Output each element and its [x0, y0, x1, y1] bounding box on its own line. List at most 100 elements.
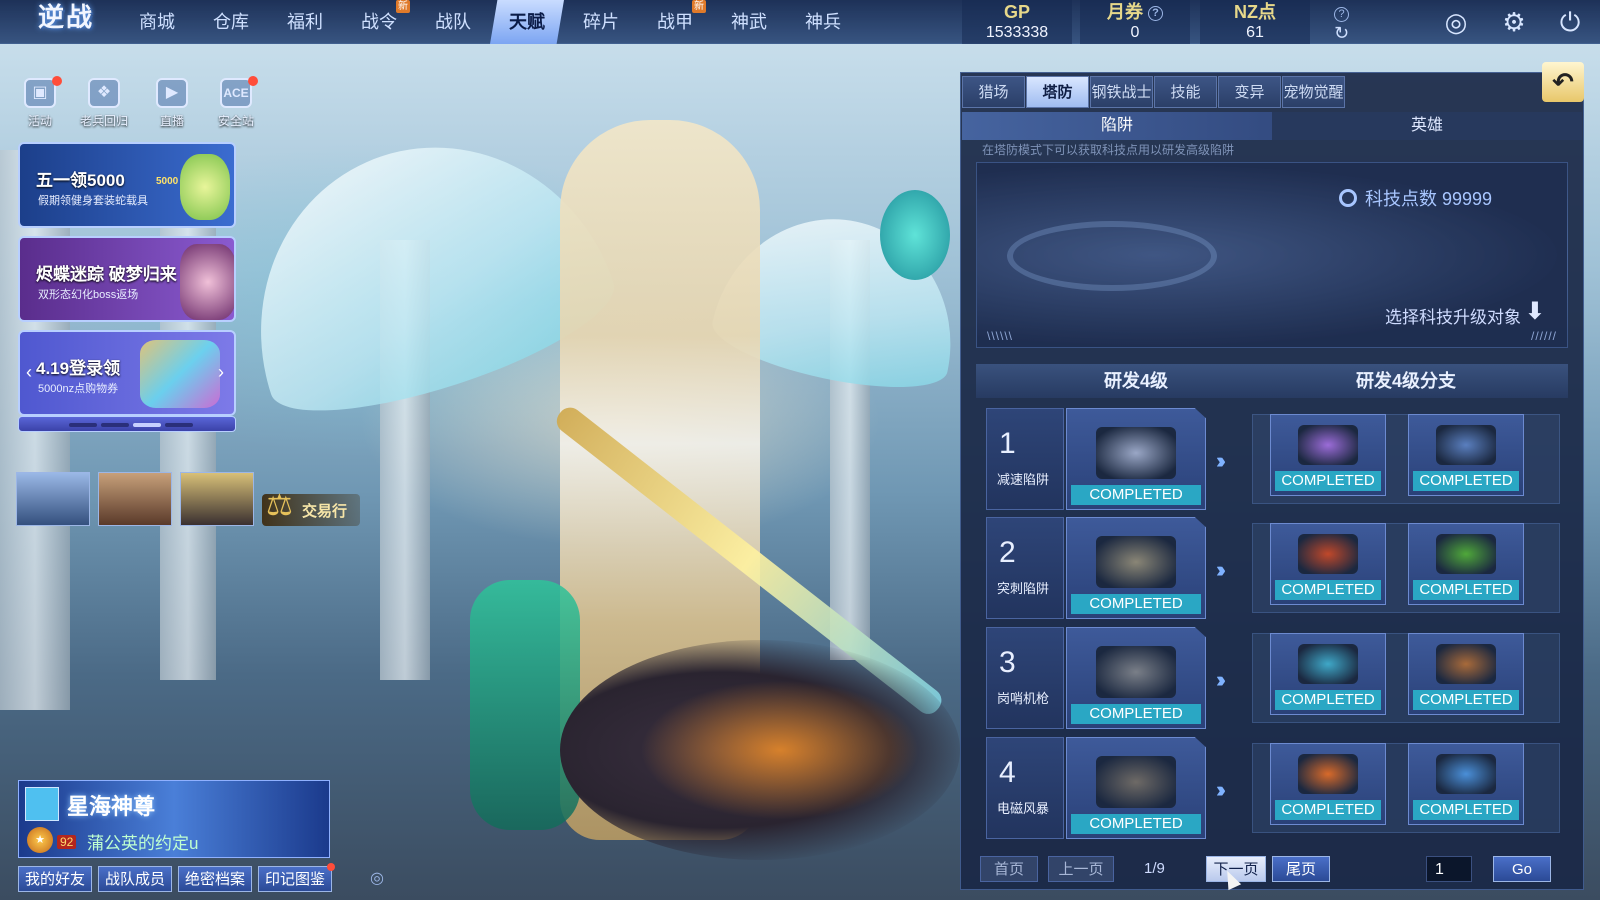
tab-pet-awakening[interactable]: 宠物觉醒 — [1282, 76, 1345, 108]
trap-card-branch[interactable]: COMPLETED — [1408, 633, 1524, 715]
first-page-button[interactable]: 首页 — [980, 856, 1038, 882]
trap-item-image — [1436, 425, 1496, 465]
quick-live-stream[interactable]: ▶ 直播 — [142, 78, 202, 134]
planet-icon[interactable]: ◎ — [1440, 6, 1472, 38]
mode-hint: 在塔防模式下可以获取科技点用以研发高级陷阱 — [982, 143, 1235, 157]
trap-card-branch[interactable]: COMPLETED — [1408, 414, 1524, 496]
team-members-button[interactable]: 战队成员 — [98, 866, 172, 892]
quick-security[interactable]: ACE 安全站 — [206, 76, 266, 134]
prev-page-button[interactable]: 上一页 — [1048, 856, 1114, 882]
refresh-icon[interactable]: ↻ — [1334, 24, 1349, 42]
tab-iron-warrior[interactable]: 钢铁战士 — [1090, 76, 1153, 108]
trap-card-main[interactable]: COMPLETED — [1066, 517, 1206, 619]
trap-card-branch[interactable]: COMPLETED — [1270, 633, 1386, 715]
platform-ring — [1007, 221, 1217, 291]
trap-card-main[interactable]: COMPLETED — [1066, 627, 1206, 729]
pager-dot[interactable] — [69, 423, 97, 427]
avatar[interactable] — [16, 472, 90, 526]
player-title-card[interactable]: 星海神尊 ★ 92 蒲公英的约定u — [18, 780, 330, 858]
tab-skills[interactable]: 技能 — [1154, 76, 1217, 108]
avatar[interactable] — [180, 472, 254, 526]
beast-flames — [640, 680, 920, 820]
trap-item-image — [1436, 754, 1496, 794]
header-branch: 研发4级分支 — [1355, 371, 1456, 391]
trap-card-branch[interactable]: COMPLETED — [1270, 414, 1386, 496]
pager-dot[interactable] — [101, 423, 129, 427]
nz-value: 61 — [1246, 24, 1264, 41]
friends-button[interactable]: 我的好友 — [18, 866, 92, 892]
mech-companion — [470, 580, 580, 830]
trap-item-image — [1298, 534, 1358, 574]
chevron-right-icon[interactable]: › — [218, 362, 224, 383]
subtab-heroes[interactable]: 英雄 — [1272, 112, 1582, 140]
chevron-left-icon[interactable]: ‹ — [26, 362, 32, 383]
tab-mutation[interactable]: 变异 — [1218, 76, 1281, 108]
avatar[interactable] — [98, 472, 172, 526]
gear-icon[interactable]: ⚙ — [1498, 6, 1530, 38]
completed-label: COMPLETED — [1071, 704, 1201, 724]
secret-archive-button[interactable]: 绝密档案 — [178, 866, 252, 892]
trade-market-button[interactable]: ⚖ 交易行 — [262, 489, 360, 526]
completed-label: COMPLETED — [1071, 485, 1201, 505]
trap-card-branch[interactable]: COMPLETED — [1270, 743, 1386, 825]
trap-item-image — [1436, 644, 1496, 684]
trap-name: 突刺陷阱 — [997, 581, 1050, 596]
tv-icon: ▶ — [156, 78, 188, 108]
main-nav: 商城 仓库 福利 战令新 战队 天赋 碎片 战甲新 神武 神兵 — [120, 0, 860, 44]
row-number: 1 — [999, 427, 1016, 460]
completed-label: COMPLETED — [1071, 594, 1201, 614]
go-button[interactable]: Go — [1493, 856, 1551, 882]
completed-label: COMPLETED — [1275, 471, 1381, 491]
subtab-traps[interactable]: 陷阱 — [962, 112, 1272, 140]
help-icon[interactable]: ? — [1334, 7, 1350, 23]
power-icon[interactable]: ⏻ — [1554, 6, 1586, 38]
monthly-value: 0 — [1130, 24, 1140, 41]
nav-god-weapon[interactable]: 神兵 — [786, 0, 860, 44]
trap-item-image — [1096, 646, 1176, 698]
trap-card-main[interactable]: COMPLETED — [1066, 408, 1206, 510]
nav-divine-weapon[interactable]: 神武 — [712, 0, 786, 44]
banner-login-reward[interactable]: ‹ 4.19登录领 5000nz点购物券 › — [18, 330, 236, 416]
undo-arrow-icon: ↶ — [1552, 67, 1574, 97]
completed-label: COMPLETED — [1413, 580, 1519, 600]
trap-card-main[interactable]: COMPLETED — [1066, 737, 1206, 839]
page-number-input[interactable]: 1 — [1426, 856, 1472, 882]
tab-hunting[interactable]: 猎场 — [962, 76, 1025, 108]
nav-team[interactable]: 战队 — [416, 0, 490, 44]
trap-card-branch[interactable]: COMPLETED — [1408, 523, 1524, 605]
player-level: 92 — [57, 835, 77, 849]
nav-battle-pass[interactable]: 战令新 — [342, 0, 416, 44]
pager-dot[interactable] — [165, 423, 193, 427]
player-name: 蒲公英的约定u — [87, 834, 199, 853]
quick-activity[interactable]: ▣ 活动 — [10, 76, 70, 134]
nav-welfare[interactable]: 福利 — [268, 0, 342, 44]
nav-warehouse[interactable]: 仓库 — [194, 0, 268, 44]
banner-pager[interactable] — [18, 416, 236, 432]
sound-icon[interactable]: ◎ — [370, 868, 384, 888]
trap-item-image — [1436, 534, 1496, 574]
ace-icon: ACE — [220, 78, 252, 108]
header-level: 研发4级 — [1103, 371, 1168, 391]
trap-item-image — [1298, 644, 1358, 684]
pager-dot-active[interactable] — [133, 423, 161, 427]
chevrons-right-icon: ››› — [1216, 667, 1226, 692]
nav-talent[interactable]: 天赋 — [490, 0, 564, 44]
completed-label: COMPLETED — [1413, 690, 1519, 710]
tab-tower-defense[interactable]: 塔防 — [1026, 76, 1089, 108]
row-index-cell: 1 减速陷阱 — [986, 408, 1064, 510]
mark-collection-button[interactable]: 印记图鉴 — [258, 863, 335, 892]
last-page-button[interactable]: 尾页 — [1272, 856, 1330, 882]
nav-fragments[interactable]: 碎片 — [564, 0, 638, 44]
quick-veteran-return[interactable]: ❖ 老兵回归 — [74, 78, 134, 134]
banner-butterfly[interactable]: 烬蝶迷踪 破梦归来 双形态幻化boss返场 — [18, 236, 236, 322]
nav-armor[interactable]: 战甲新 — [638, 0, 712, 44]
emblem-icon: ❖ — [88, 78, 120, 108]
trap-card-branch[interactable]: COMPLETED — [1270, 523, 1386, 605]
trap-card-branch[interactable]: COMPLETED — [1408, 743, 1524, 825]
weapon-skins — [140, 340, 220, 408]
nav-shop[interactable]: 商城 — [120, 0, 194, 44]
new-badge: 新 — [692, 0, 706, 13]
banner-may-day[interactable]: 五一领5000 假期领健身套装蛇载具 5000 — [18, 142, 236, 228]
help-icon[interactable]: ? — [1148, 5, 1163, 21]
back-button[interactable]: ↶ — [1542, 62, 1584, 102]
